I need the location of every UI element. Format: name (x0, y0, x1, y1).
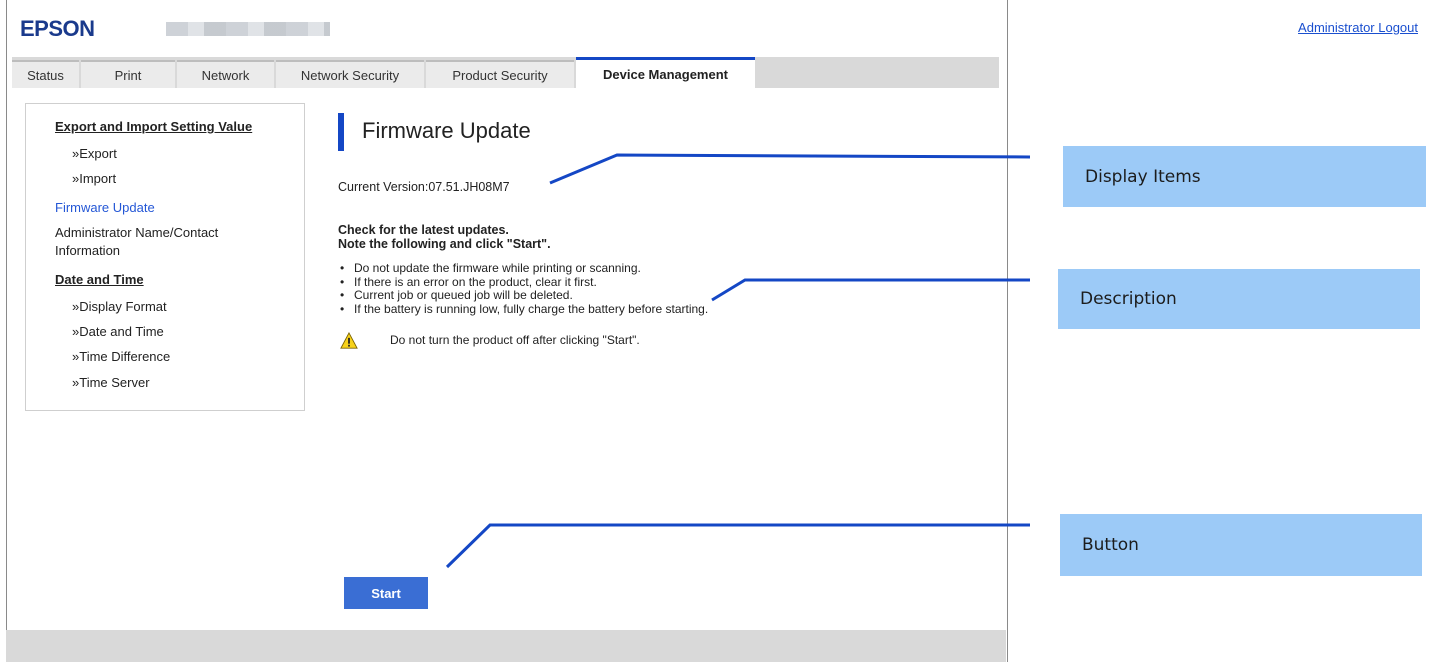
callout-line-display-items (549, 153, 1031, 185)
callout-display-items: Display Items (1063, 146, 1426, 207)
callout-line-description (711, 278, 1030, 302)
callout-description: Description (1058, 269, 1420, 329)
callout-line-button (445, 523, 1030, 569)
callout-button: Button (1060, 514, 1422, 576)
